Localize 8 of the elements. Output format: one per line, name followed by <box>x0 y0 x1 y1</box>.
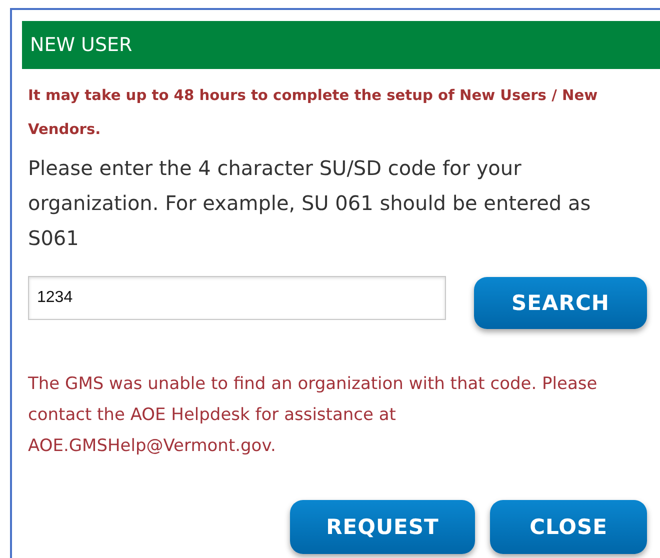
setup-notice: It may take up to 48 hours to complete the setup of New Users / New Vendors. <box>28 86 599 140</box>
error-message: The GMS was unable to find an organization with that code. Please contact the AOE Helpdesk for assistance at AOE.GMSHelp@Vermont.gov. <box>28 373 598 458</box>
code-input-field[interactable]: 1234 <box>28 276 446 320</box>
instructions-text: Please enter the 4 character SU/SD code for your organization. For example, SU 061 should be entered as S061 <box>28 155 592 252</box>
request-button[interactable]: REQUEST <box>290 500 475 554</box>
close-button[interactable]: CLOSE <box>490 500 647 554</box>
search-button[interactable]: SEARCH <box>474 277 647 329</box>
dialog-title: NEW USER <box>22 21 660 69</box>
